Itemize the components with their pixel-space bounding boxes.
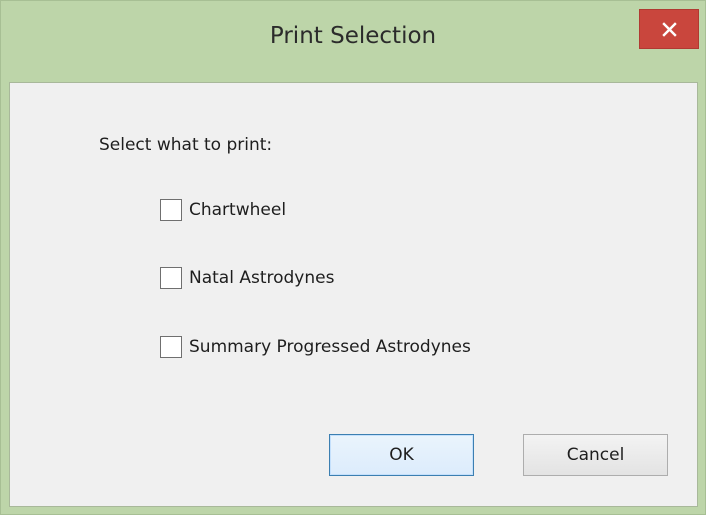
cancel-button[interactable]: Cancel [523,434,668,476]
natal-astrodynes-label[interactable]: Natal Astrodynes [189,268,334,288]
option-natal-astrodynes[interactable]: Natal Astrodynes [160,265,334,291]
title-bar[interactable]: Print Selection [1,1,705,81]
window-title: Print Selection [269,23,437,49]
chartwheel-checkbox[interactable] [160,199,182,221]
summary-progressed-astrodynes-label[interactable]: Summary Progressed Astrodynes [189,337,471,357]
option-summary-progressed-astrodynes[interactable]: Summary Progressed Astrodynes [160,334,471,360]
close-icon [662,22,677,37]
natal-astrodynes-checkbox[interactable] [160,267,182,289]
ok-button[interactable]: OK [329,434,474,476]
close-button[interactable] [639,9,699,49]
print-selection-window: Print Selection Select what to print: Ch… [0,0,706,515]
option-chartwheel[interactable]: Chartwheel [160,197,286,223]
summary-progressed-astrodynes-checkbox[interactable] [160,336,182,358]
chartwheel-label[interactable]: Chartwheel [189,200,286,220]
select-prompt-label: Select what to print: [99,135,273,155]
dialog-body: Select what to print: Chartwheel Natal A… [9,82,698,507]
